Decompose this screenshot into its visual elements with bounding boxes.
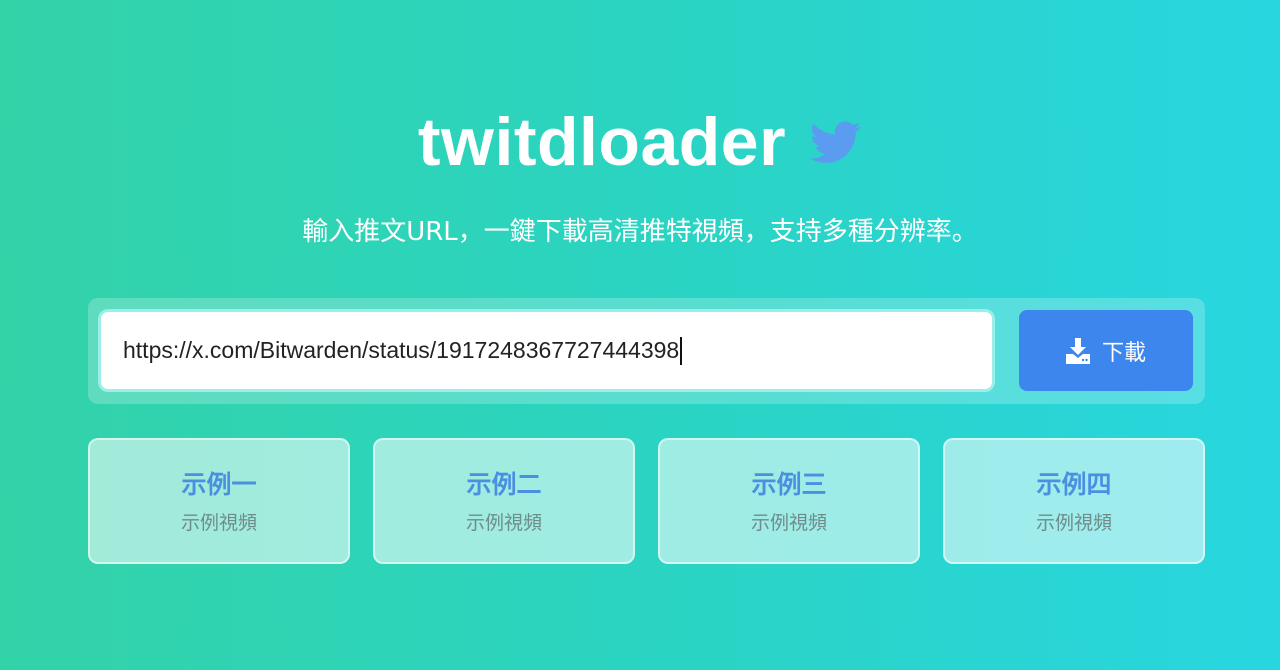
download-icon xyxy=(1065,337,1090,364)
text-caret xyxy=(680,336,682,365)
page-subtitle: 輸入推文URL，一鍵下載高清推特視頻，支持多種分辨率。 xyxy=(302,217,978,247)
page: twitdloader 輸入推文URL，一鍵下載高清推特視頻，支持多種分辨率。 … xyxy=(0,0,1280,670)
example-card-2[interactable]: 示例二 示例視頻 xyxy=(373,438,635,564)
header: twitdloader xyxy=(0,100,1280,184)
site-title: twitdloader xyxy=(417,104,787,180)
example-subtitle: 示例視頻 xyxy=(1035,512,1112,534)
search-panel: https://x.com/Bitwarden/status/191724836… xyxy=(88,298,1205,404)
example-card-4[interactable]: 示例四 示例視頻 xyxy=(943,438,1205,564)
example-list: 示例一 示例視頻 示例二 示例視頻 示例三 示例視頻 示例四 示例視頻 xyxy=(88,438,1205,564)
example-subtitle: 示例視頻 xyxy=(180,512,257,534)
example-card-3[interactable]: 示例三 示例視頻 xyxy=(658,438,920,564)
url-input-value: https://x.com/Bitwarden/status/191724836… xyxy=(123,337,680,363)
example-title: 示例三 xyxy=(751,470,827,499)
example-subtitle: 示例視頻 xyxy=(465,512,542,534)
example-title: 示例四 xyxy=(1036,470,1112,499)
download-label: 下載 xyxy=(1101,340,1146,366)
example-subtitle: 示例視頻 xyxy=(750,512,827,534)
url-input[interactable]: https://x.com/Bitwarden/status/191724836… xyxy=(98,309,995,392)
example-title: 示例一 xyxy=(181,470,257,499)
download-button[interactable]: 下載 xyxy=(1019,310,1193,391)
example-title: 示例二 xyxy=(466,470,542,499)
twitter-bird-icon xyxy=(810,121,862,163)
example-card-1[interactable]: 示例一 示例視頻 xyxy=(88,438,350,564)
